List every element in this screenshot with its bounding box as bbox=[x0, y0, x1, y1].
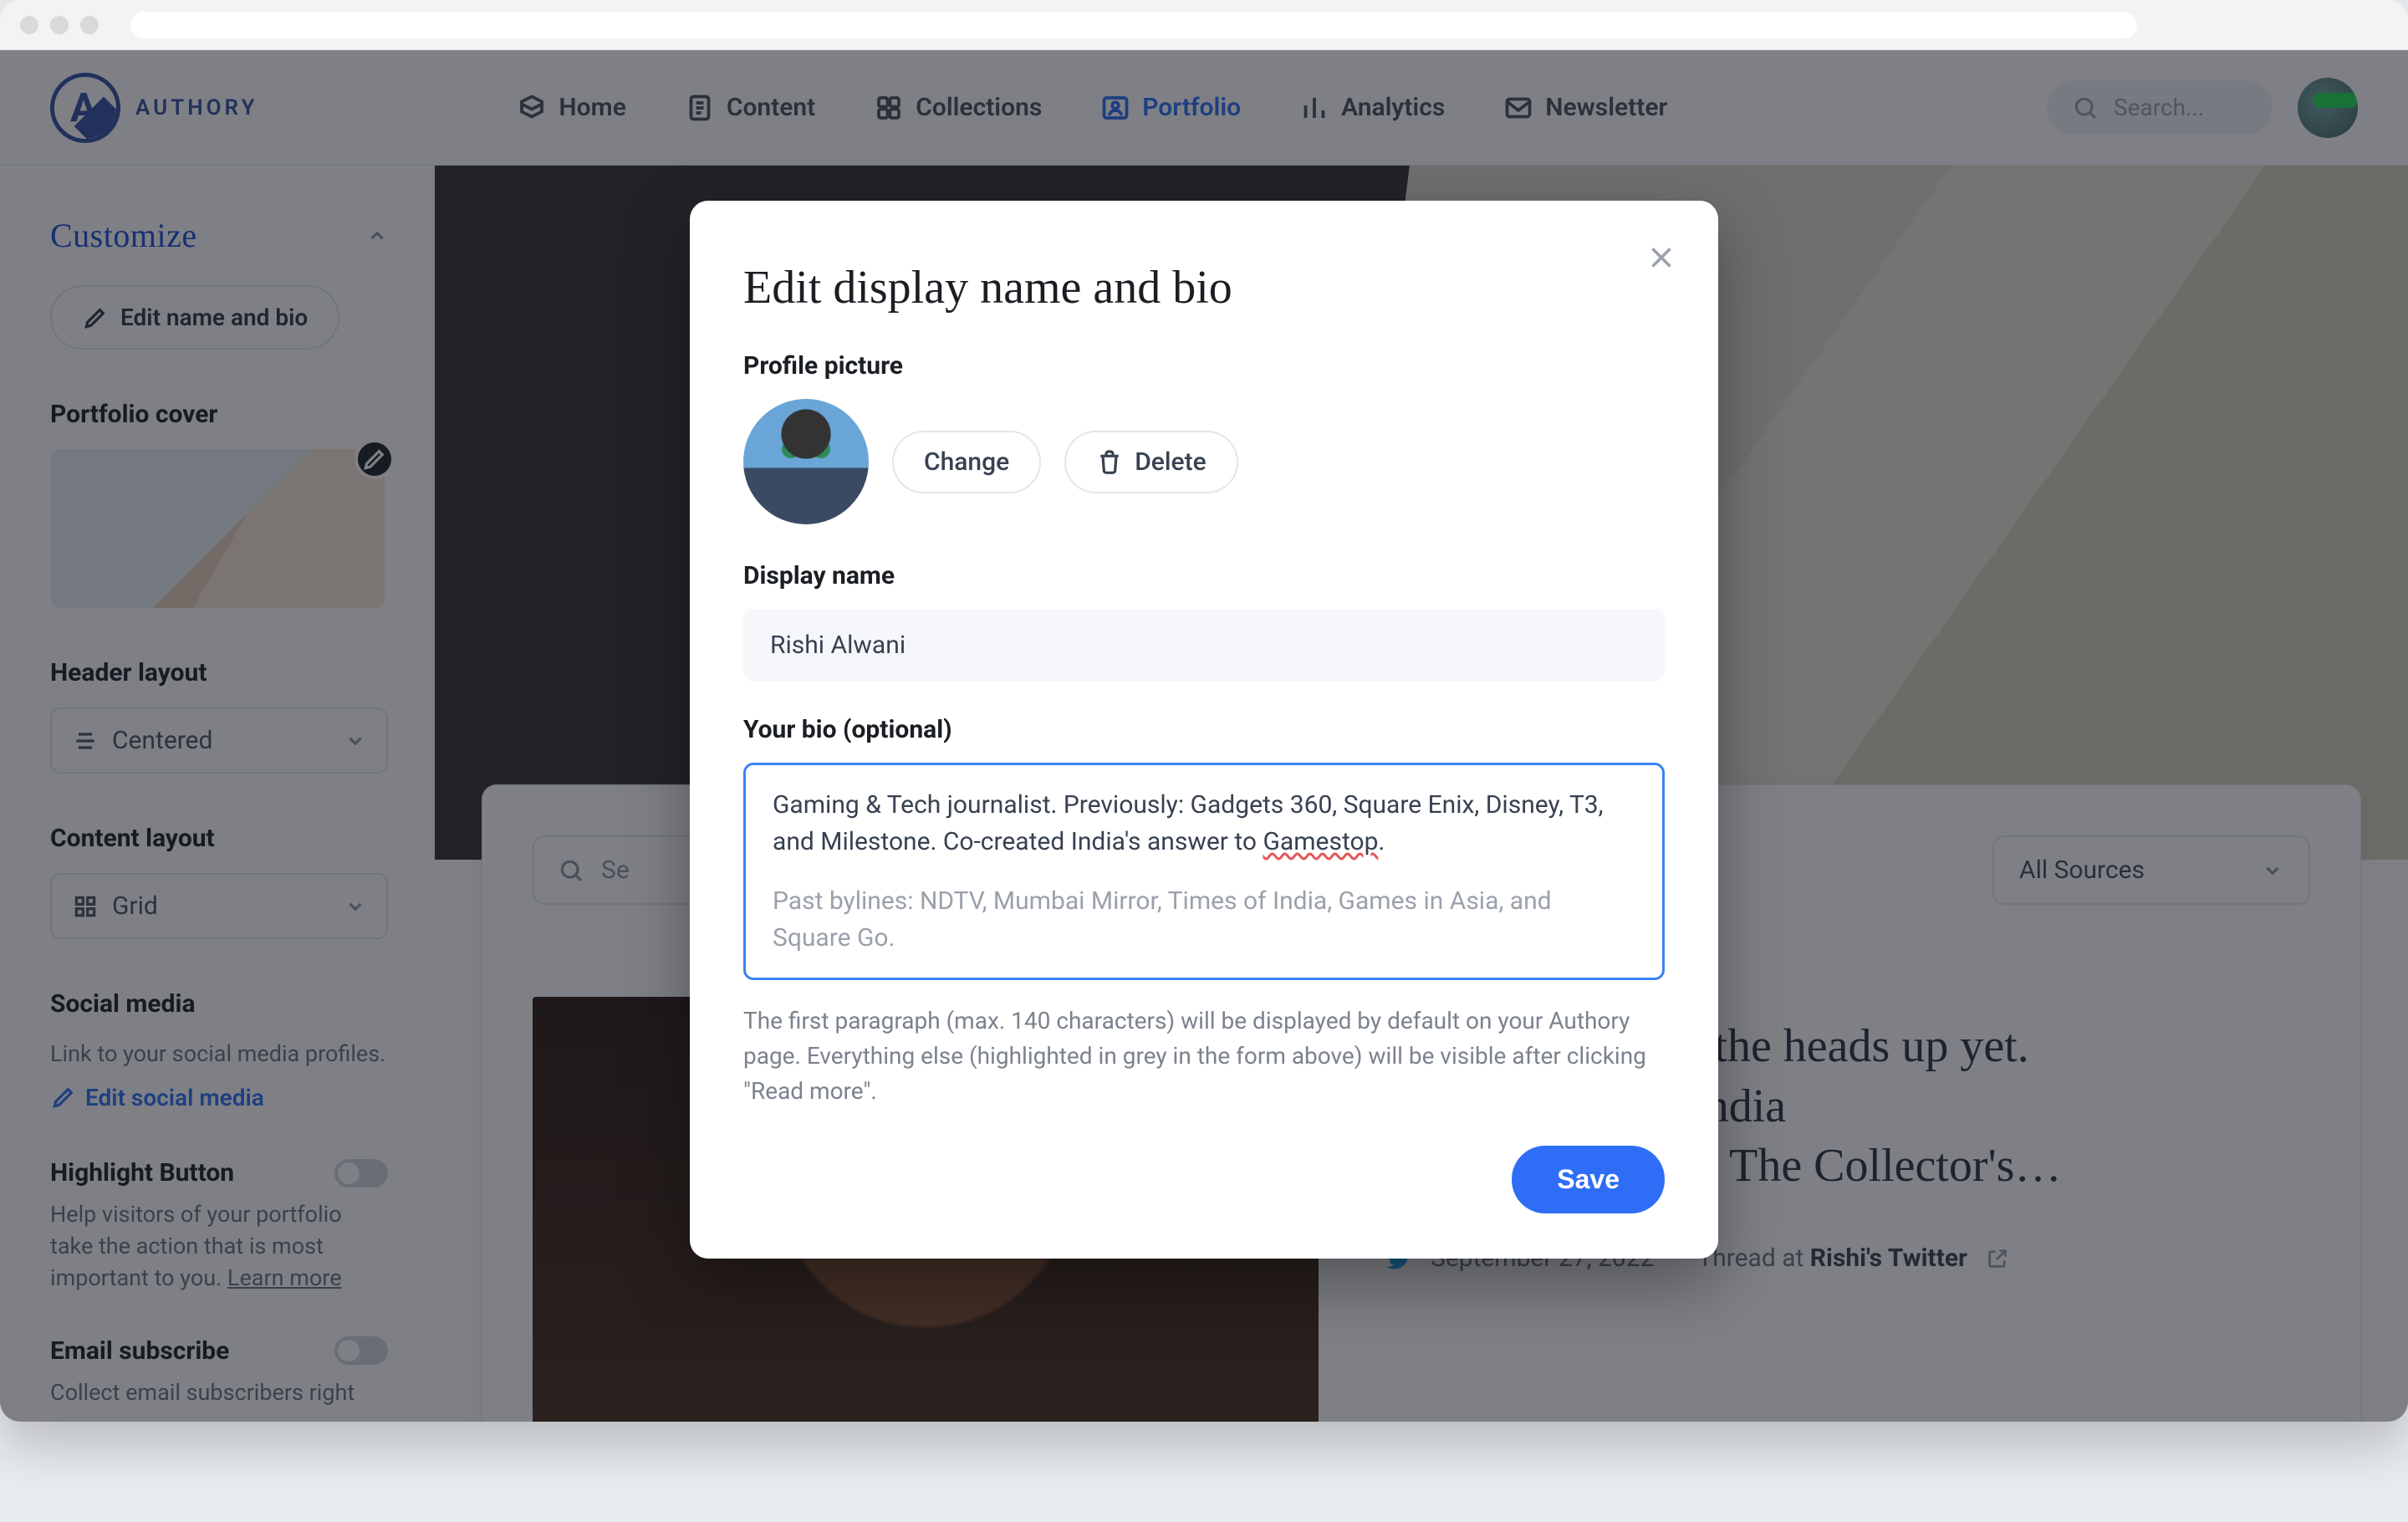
trash-icon bbox=[1096, 448, 1123, 475]
change-picture-button[interactable]: Change bbox=[892, 431, 1041, 493]
display-name-label: Display name bbox=[743, 561, 1665, 590]
traffic-lights bbox=[20, 16, 99, 34]
browser-url-bar[interactable] bbox=[130, 12, 2137, 38]
bio-paragraph-1: Gaming & Tech journalist. Previously: Ga… bbox=[773, 787, 1635, 860]
delete-picture-button[interactable]: Delete bbox=[1064, 431, 1237, 493]
profile-picture-row: Change Delete bbox=[743, 399, 1665, 524]
app-frame: A AUTHORY Home Content bbox=[0, 50, 2408, 1422]
display-name-input[interactable] bbox=[743, 609, 1665, 682]
save-button[interactable]: Save bbox=[1512, 1146, 1665, 1213]
close-modal-button[interactable] bbox=[1643, 239, 1680, 276]
modal-title: Edit display name and bio bbox=[743, 261, 1665, 314]
bio-label: Your bio (optional) bbox=[743, 715, 1665, 744]
close-window-icon[interactable] bbox=[20, 16, 38, 34]
button-label: Save bbox=[1557, 1164, 1620, 1194]
browser-window: A AUTHORY Home Content bbox=[0, 0, 2408, 1422]
edit-profile-modal: Edit display name and bio Profile pictur… bbox=[690, 201, 1718, 1259]
bio-paragraph-2: Past bylines: NDTV, Mumbai Mirror, Times… bbox=[773, 883, 1635, 956]
profile-picture bbox=[743, 399, 869, 524]
bio-help-text: The first paragraph (max. 140 characters… bbox=[743, 1004, 1665, 1109]
profile-picture-label: Profile picture bbox=[743, 351, 1665, 380]
button-label: Delete bbox=[1135, 447, 1206, 477]
browser-titlebar bbox=[0, 0, 2408, 50]
minimize-window-icon[interactable] bbox=[50, 16, 69, 34]
button-label: Change bbox=[924, 447, 1009, 477]
maximize-window-icon[interactable] bbox=[80, 16, 99, 34]
bio-textarea[interactable]: Gaming & Tech journalist. Previously: Ga… bbox=[743, 763, 1665, 980]
spellcheck-squiggle: Gamestop bbox=[1263, 827, 1378, 856]
close-icon bbox=[1646, 243, 1676, 273]
modal-footer: Save bbox=[743, 1146, 1665, 1213]
